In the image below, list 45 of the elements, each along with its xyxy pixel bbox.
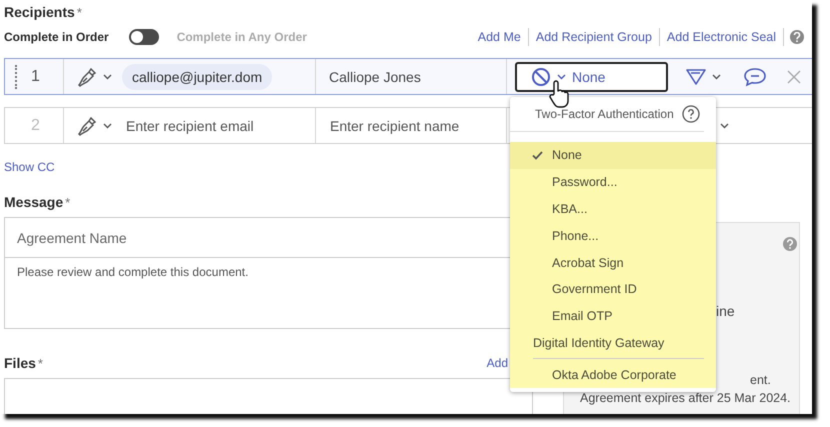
required-mark: * [38, 356, 43, 371]
check-icon [532, 150, 543, 160]
option-text: ent. [750, 373, 771, 387]
menu-title: Two-Factor Authentication [535, 107, 674, 121]
chevron-icon[interactable] [103, 122, 112, 128]
recipient-number: 1 [31, 68, 40, 86]
recipient-number: 2 [31, 116, 40, 134]
action-link[interactable]: Add Me [470, 28, 529, 46]
chevron-icon[interactable] [557, 74, 566, 80]
authentication-dropdown[interactable]: None [515, 62, 668, 92]
required-mark: * [65, 195, 70, 210]
menu-item[interactable]: None [510, 142, 716, 169]
order-label: Complete in Any Order [176, 30, 307, 44]
help-icon[interactable] [790, 30, 804, 44]
action-link[interactable]: Add Electronic Seal [660, 28, 784, 46]
recipient-name[interactable]: Calliope Jones [329, 68, 421, 84]
menu-item[interactable]: Government ID [510, 276, 716, 303]
option-text: Agreement expires after 25 Mar 2024. [580, 391, 791, 405]
chevron-icon[interactable] [720, 122, 729, 128]
send-icon[interactable] [686, 68, 706, 86]
chevron-icon[interactable] [103, 74, 112, 80]
action-link[interactable]: Add Recipient Group [528, 28, 660, 46]
menu-item[interactable]: Email OTP [510, 302, 716, 330]
ban-icon [531, 66, 551, 86]
help-icon[interactable] [682, 105, 700, 123]
menu-item[interactable]: Password... [510, 168, 716, 196]
email-chip[interactable]: calliope@jupiter.dom [122, 64, 272, 90]
show-cc-link[interactable]: Show CC [4, 160, 55, 174]
menu-item[interactable]: Digital Identity Gateway [510, 330, 716, 356]
section-title: Message [4, 194, 64, 210]
drag-handle[interactable] [15, 64, 17, 88]
pen-icon[interactable] [76, 114, 98, 136]
chevron-icon[interactable] [712, 74, 721, 80]
name-field[interactable]: Enter recipient name [330, 118, 500, 134]
email-field[interactable]: Enter recipient email [126, 118, 296, 134]
order-toggle[interactable] [128, 29, 159, 45]
pen-icon[interactable] [76, 66, 98, 88]
required-mark: * [76, 5, 82, 20]
add-files-link[interactable]: Add [486, 356, 508, 370]
comment-icon[interactable] [743, 66, 767, 86]
option-text: ine [716, 303, 735, 319]
menu-item[interactable]: Okta Adobe Corporate [510, 361, 716, 388]
section-title: Files [4, 355, 36, 371]
section-title: Recipients [4, 4, 75, 20]
order-label: Complete in Order [4, 30, 109, 44]
